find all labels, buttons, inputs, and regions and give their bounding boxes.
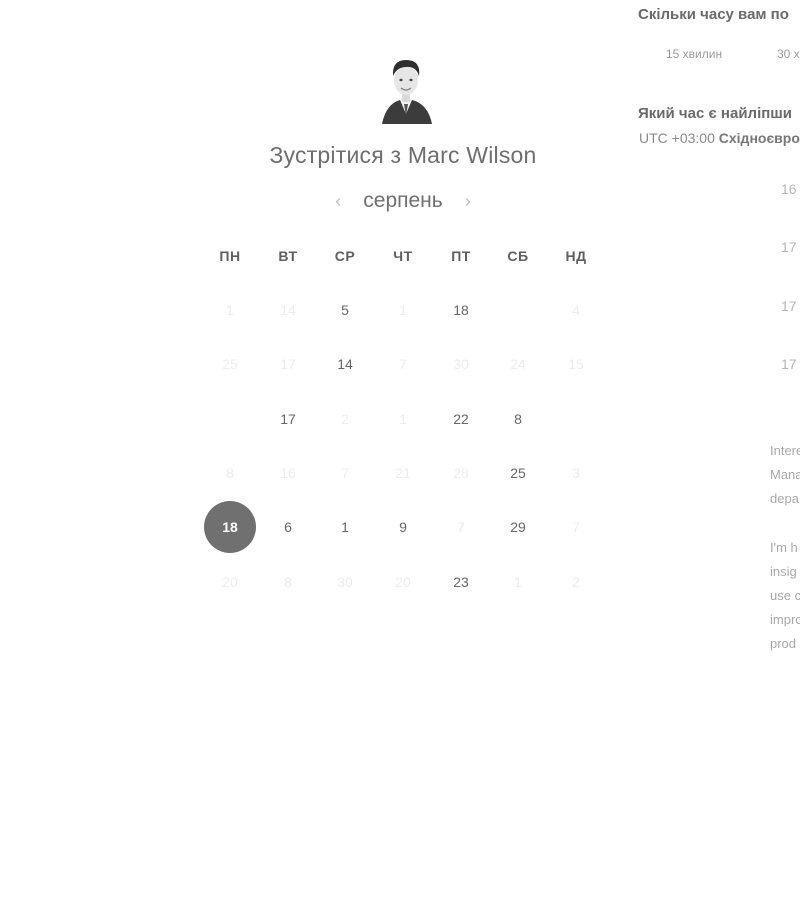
description-paragraph: Intere Mana depa: [770, 439, 800, 511]
calendar-day: [204, 393, 256, 445]
calendar-day[interactable]: 5: [319, 284, 371, 336]
description-line: insig: [770, 564, 797, 579]
calendar-day: 20: [395, 574, 411, 590]
host-avatar: [376, 54, 436, 124]
calendar-day: 2: [572, 574, 580, 590]
duration-option[interactable]: 15 хвилин: [666, 47, 722, 61]
page-title: Зустрітися з Marc Wilson: [180, 142, 626, 169]
calendar-day: 1: [399, 411, 407, 427]
calendar-day: 2: [341, 411, 349, 427]
calendar-day: 8: [284, 574, 292, 590]
calendar-day[interactable]: 29: [492, 501, 544, 553]
calendar-day: 7: [457, 519, 465, 535]
description-paragraph: I'm h insig use c impro prod: [770, 536, 800, 656]
calendar-day: 16: [280, 465, 296, 481]
description-line: I'm h: [770, 540, 798, 555]
description-line: depa: [770, 491, 799, 506]
calendar-day: 4: [572, 302, 580, 318]
calendar-day: 7: [572, 519, 580, 535]
calendar-day: 17: [280, 356, 296, 372]
month-navigation: ‹ серпень ›: [303, 186, 503, 216]
calendar-day[interactable]: 1: [319, 501, 371, 553]
weekday-label: ЧТ: [393, 248, 413, 264]
duration-question: Скільки часу вам по: [638, 6, 789, 23]
weekday-label: СБ: [507, 248, 529, 264]
description-line: Intere: [770, 443, 800, 458]
selected-day[interactable]: 18: [204, 501, 256, 553]
calendar-day: 24: [510, 356, 526, 372]
chevron-right-icon[interactable]: ›: [455, 188, 481, 214]
description-line: impro: [770, 612, 800, 627]
calendar-day: 8: [226, 465, 234, 481]
calendar-day: 1: [226, 302, 234, 318]
calendar-day: 14: [280, 302, 296, 318]
time-slot[interactable]: 16: [781, 181, 797, 197]
weekday-label: ВТ: [278, 248, 298, 264]
calendar-day[interactable]: 14: [319, 338, 371, 390]
calendar-day[interactable]: 18: [435, 284, 487, 336]
calendar-day: 20: [222, 574, 238, 590]
calendar-day: [492, 284, 544, 336]
month-label: серпень: [363, 189, 443, 212]
calendar-day: [550, 393, 602, 445]
booking-page: Зустрітися з Marc Wilson ‹ серпень › ПН …: [0, 0, 800, 900]
calendar-day: 3: [572, 465, 580, 481]
time-slot[interactable]: 17: [781, 298, 797, 314]
weekday-label: ПТ: [451, 248, 471, 264]
time-slot[interactable]: 17: [781, 356, 797, 372]
description-line: prod: [770, 636, 797, 651]
description-line: use c: [770, 588, 800, 603]
avatar-portrait-icon: [382, 60, 432, 124]
calendar-day[interactable]: 6: [262, 501, 314, 553]
calendar-day: 25: [222, 356, 238, 372]
host-name: Marc Wilson: [407, 142, 537, 168]
weekday-label: НД: [565, 248, 587, 264]
timezone-offset: UTC +03:00: [639, 130, 715, 146]
calendar-day[interactable]: 22: [435, 393, 487, 445]
description-line: Mana: [770, 467, 800, 482]
calendar-day[interactable]: 8: [492, 393, 544, 445]
duration-option[interactable]: 30 х: [777, 47, 800, 61]
calendar-day: 28: [453, 465, 469, 481]
calendar-day[interactable]: 9: [377, 501, 429, 553]
calendar-day: 1: [514, 574, 522, 590]
calendar-day: 1: [399, 302, 407, 318]
calendar-day: 7: [341, 465, 349, 481]
chevron-left-icon[interactable]: ‹: [325, 188, 351, 214]
calendar-day: 15: [568, 356, 584, 372]
time-question: Який час є найліпши: [638, 105, 793, 122]
time-slot[interactable]: 17: [781, 239, 797, 255]
calendar-day: 30: [453, 356, 469, 372]
calendar-day[interactable]: 23: [435, 556, 487, 608]
weekday-label: СР: [334, 248, 356, 264]
calendar-day: 30: [337, 574, 353, 590]
weekday-label: ПН: [219, 248, 241, 264]
title-prefix: Зустрітися з: [269, 142, 402, 168]
timezone-name: Східноєвро: [718, 130, 800, 146]
calendar-day[interactable]: 17: [262, 393, 314, 445]
calendar-day: 21: [395, 465, 411, 481]
calendar-day[interactable]: 25: [492, 447, 544, 499]
timezone-selector[interactable]: UTC +03:00 Східноєвро: [639, 130, 800, 146]
calendar-day: 7: [399, 356, 407, 372]
